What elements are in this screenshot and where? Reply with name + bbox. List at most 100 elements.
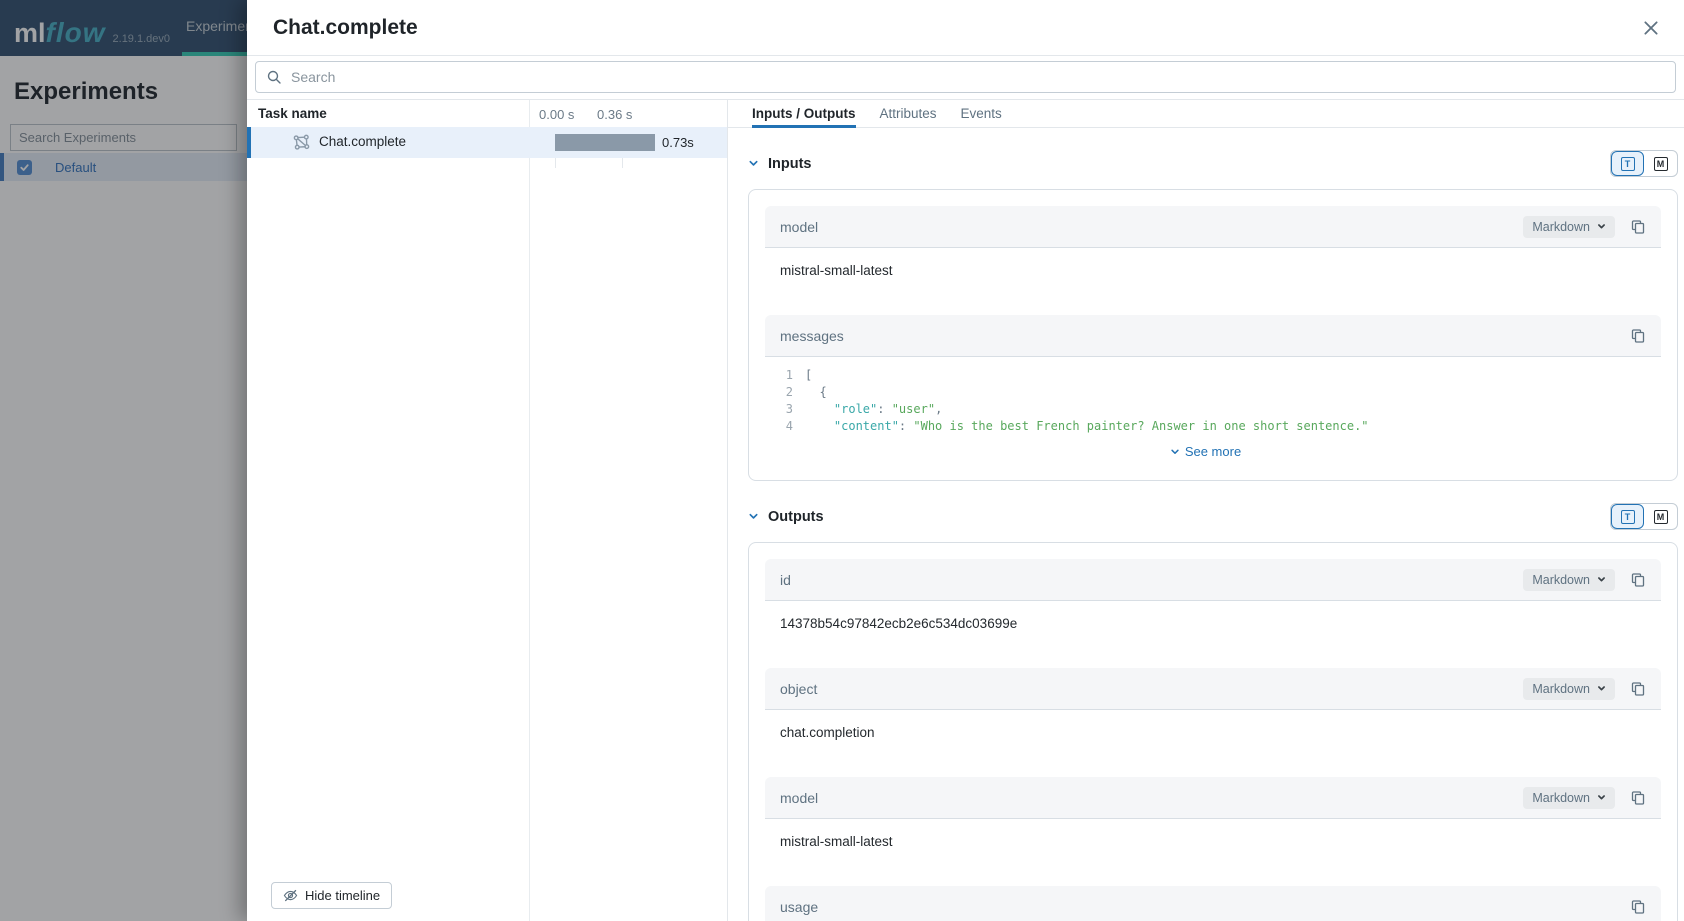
- output-card-id: id Markdown 14378b54c97842ecb2e6c534dc0: [765, 559, 1661, 648]
- render-mode-toggle: T M: [1610, 150, 1678, 177]
- close-icon[interactable]: [1642, 19, 1660, 37]
- card-controls: Markdown: [1523, 787, 1646, 809]
- gantt-bar[interactable]: [555, 134, 655, 151]
- card-value: 14378b54c97842ecb2e6c534dc03699e: [765, 601, 1661, 648]
- selected-row-accent: [247, 127, 251, 158]
- card-value: chat.completion: [765, 710, 1661, 757]
- trace-detail-drawer: Chat.complete Task name 0.00 s 0.36 s: [247, 0, 1684, 921]
- outputs-collapse-toggle[interactable]: Outputs: [748, 509, 824, 525]
- eye-slash-icon: [283, 888, 298, 903]
- card-value: mistral-small-latest: [765, 819, 1661, 866]
- inputs-collapse-toggle[interactable]: Inputs: [748, 156, 812, 172]
- card-controls: [1630, 899, 1646, 915]
- drawer-body: Task name 0.00 s 0.36 s Chat.complete 0.…: [247, 100, 1684, 921]
- line-number: 3: [765, 401, 805, 418]
- code-line: 2 {: [765, 384, 1646, 401]
- drawer-header: Chat.complete: [247, 0, 1684, 56]
- span-name: Chat.complete: [319, 134, 406, 149]
- detail-pane: Inputs / Outputs Attributes Events Input…: [728, 100, 1684, 921]
- inputs-section: Inputs T M model: [748, 150, 1678, 481]
- code-line: 1[: [765, 367, 1646, 384]
- card-label: model: [780, 219, 818, 235]
- code-text: {: [805, 384, 827, 401]
- timeline-header: Task name 0.00 s 0.36 s: [247, 100, 727, 127]
- markdown-mode-button[interactable]: M: [1644, 504, 1677, 529]
- drawer-search-row: [247, 56, 1684, 100]
- text-mode-button[interactable]: T: [1611, 151, 1644, 176]
- inputs-section-title: Inputs: [768, 156, 812, 172]
- markdown-mode-icon: M: [1654, 157, 1668, 171]
- tab-events[interactable]: Events: [961, 100, 1002, 128]
- outputs-section-title: Outputs: [768, 509, 824, 525]
- text-mode-icon: T: [1621, 157, 1635, 171]
- card-value: mistral-small-latest: [765, 248, 1661, 295]
- card-header: model Markdown: [765, 206, 1661, 248]
- input-card-model: model Markdown mistral-small-latest: [765, 206, 1661, 295]
- card-controls: Markdown: [1523, 678, 1646, 700]
- render-mode-toggle: T M: [1610, 503, 1678, 530]
- copy-icon[interactable]: [1630, 899, 1646, 915]
- text-mode-icon: T: [1621, 510, 1635, 524]
- search-icon: [266, 69, 282, 85]
- line-number: 4: [765, 418, 805, 435]
- renderer-select[interactable]: Markdown: [1523, 678, 1615, 700]
- hide-timeline-button[interactable]: Hide timeline: [271, 882, 392, 909]
- card-header: model Markdown: [765, 777, 1661, 819]
- card-controls: [1630, 328, 1646, 344]
- chevron-down-icon: [1597, 575, 1606, 584]
- tab-inputs-outputs[interactable]: Inputs / Outputs: [752, 100, 856, 128]
- renderer-select[interactable]: Markdown: [1523, 569, 1615, 591]
- markdown-mode-icon: M: [1654, 510, 1668, 524]
- code-block: 1[2 {3 "role": "user",4 "content": "Who …: [765, 357, 1661, 464]
- inputs-section-header: Inputs T M: [748, 150, 1678, 177]
- renderer-select-value: Markdown: [1532, 573, 1590, 587]
- renderer-select[interactable]: Markdown: [1523, 787, 1615, 809]
- card-label: object: [780, 681, 817, 697]
- timeline-tick-label: 0.00 s: [539, 107, 574, 122]
- card-controls: Markdown: [1523, 216, 1646, 238]
- code-line: 4 "content": "Who is the best French pai…: [765, 418, 1646, 435]
- search-box[interactable]: [255, 61, 1676, 93]
- outputs-section-header: Outputs T M: [748, 503, 1678, 530]
- chevron-down-icon: [1597, 684, 1606, 693]
- card-header: id Markdown: [765, 559, 1661, 601]
- card-label: id: [780, 572, 791, 588]
- card-header: messages: [765, 315, 1661, 357]
- line-number: 1: [765, 367, 805, 384]
- task-timeline-divider: [529, 100, 530, 921]
- code-text: "role": "user",: [805, 401, 942, 418]
- copy-icon[interactable]: [1630, 572, 1646, 588]
- code-text: "content": "Who is the best French paint…: [805, 418, 1369, 435]
- hide-timeline-label: Hide timeline: [305, 888, 380, 903]
- trace-span-icon: [293, 134, 310, 151]
- tab-attributes[interactable]: Attributes: [880, 100, 937, 128]
- code-text: [: [805, 367, 812, 384]
- modal-backdrop[interactable]: [0, 0, 247, 921]
- renderer-select[interactable]: Markdown: [1523, 216, 1615, 238]
- timeline-tick-label: 0.36 s: [597, 107, 632, 122]
- copy-icon[interactable]: [1630, 790, 1646, 806]
- task-name-column-header: Task name: [258, 106, 327, 121]
- detail-tabs: Inputs / Outputs Attributes Events: [728, 100, 1684, 128]
- chevron-down-icon: [748, 158, 759, 169]
- copy-icon[interactable]: [1630, 219, 1646, 235]
- card-label: model: [780, 790, 818, 806]
- text-mode-button[interactable]: T: [1611, 504, 1644, 529]
- span-row-chat-complete[interactable]: Chat.complete 0.73s: [247, 127, 727, 158]
- line-number: 2: [765, 384, 805, 401]
- copy-icon[interactable]: [1630, 328, 1646, 344]
- search-input[interactable]: [291, 69, 1665, 85]
- drawer-title: Chat.complete: [273, 16, 418, 40]
- markdown-mode-button[interactable]: M: [1644, 151, 1677, 176]
- output-card-usage: usage 1{2 "prompt_tokens": 16,: [765, 886, 1661, 921]
- chevron-down-icon: [1597, 793, 1606, 802]
- input-card-messages: messages 1[2 {3 "role": "user",4 "conten…: [765, 315, 1661, 464]
- see-more-link[interactable]: See more: [765, 435, 1646, 462]
- card-header: object Markdown: [765, 668, 1661, 710]
- timeline-empty-area: [247, 158, 727, 882]
- card-controls: Markdown: [1523, 569, 1646, 591]
- copy-icon[interactable]: [1630, 681, 1646, 697]
- card-header: usage: [765, 886, 1661, 921]
- detail-scroll-area[interactable]: Inputs T M model: [728, 128, 1684, 921]
- timeline-pane: Task name 0.00 s 0.36 s Chat.complete 0.…: [247, 100, 728, 921]
